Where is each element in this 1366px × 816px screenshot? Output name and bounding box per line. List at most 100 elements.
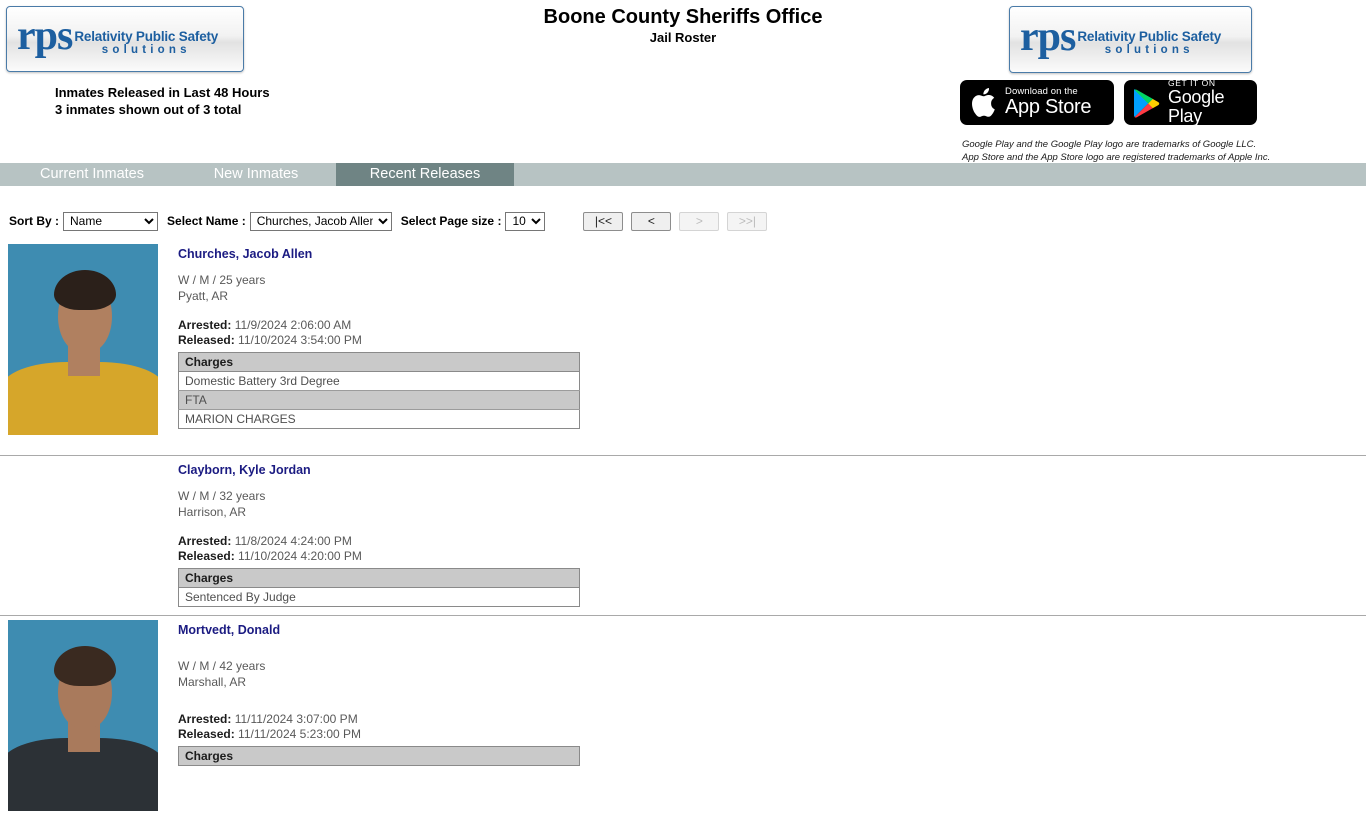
inmate-info: Clayborn, Kyle Jordan W / M / 32 years Har… <box>178 456 1366 616</box>
inmate-name-link[interactable]: Mortvedt, Donald <box>178 622 280 638</box>
charges-column-header: Charges <box>178 568 580 588</box>
charges-column-header: Charges <box>178 352 580 372</box>
inmate-dates: Arrested: 11/8/2024 4:24:00 PM Released: … <box>178 534 1366 565</box>
inmate-demographics: W / M / 25 years Pyatt, AR <box>178 273 1366 304</box>
charges-table: Charges <box>178 745 580 766</box>
inmate-demographics: W / M / 32 years Harrison, AR <box>178 489 1366 520</box>
charges-column-header: Charges <box>178 746 580 766</box>
inmate-record: Mortvedt, Donald W / M / 42 years Marshall… <box>0 616 1366 816</box>
roster-summary-line1: Inmates Released in Last 48 Hours <box>55 85 270 100</box>
inmate-name-link[interactable]: Clayborn, Kyle Jordan <box>178 462 311 478</box>
charges-table-header-row: Charges <box>178 352 580 372</box>
store-badges: Download on the App Store GET IT ON Goog… <box>960 78 1257 127</box>
charge-description: MARION CHARGES <box>178 409 580 429</box>
rps-logo-right[interactable]: rps Relativity Public Safety solutions <box>1009 6 1252 73</box>
arrested-row: Arrested: 11/8/2024 4:24:00 PM <box>178 534 1366 549</box>
inmate-name-link[interactable]: Churches, Jacob Allen <box>178 246 312 262</box>
tab-bar: Current Inmates New Inmates Recent Relea… <box>0 163 1366 186</box>
mugshot-photo[interactable] <box>8 244 158 435</box>
inmate-dates: Arrested: 11/9/2024 2:06:00 AM Released: … <box>178 318 1366 349</box>
released-row: Released: 11/10/2024 4:20:00 PM <box>178 549 1366 564</box>
inmate-records-list: Churches, Jacob Allen W / M / 25 years Pya… <box>0 240 1366 816</box>
mugshot-column <box>0 616 178 816</box>
inmate-info: Churches, Jacob Allen W / M / 25 years Pya… <box>178 240 1366 456</box>
arrested-label: Arrested: <box>178 533 232 548</box>
mugshot-photo[interactable] <box>8 620 158 811</box>
inmate-info: Mortvedt, Donald W / M / 42 years Marshall… <box>178 616 1366 816</box>
inmate-record: Churches, Jacob Allen W / M / 25 years Pya… <box>0 240 1366 456</box>
rps-tagline-right-line1: Relativity Public Safety <box>1077 29 1222 45</box>
next-page-button: > <box>679 211 720 231</box>
pagination-controls: |<< < > >>| <box>583 211 768 231</box>
apple-icon <box>971 87 997 118</box>
inmate-city-state: Harrison, AR <box>178 504 247 519</box>
rps-tagline-right-line2: solutions <box>1104 44 1194 57</box>
charge-row: Sentenced By Judge <box>178 587 580 607</box>
charges-table-header-row: Charges <box>178 568 580 588</box>
select-name-select[interactable]: Churches, Jacob AllenClayborn, Kyle Jord… <box>249 211 392 231</box>
released-label: Released: <box>178 549 235 564</box>
released-row: Released: 11/11/2024 5:23:00 PM <box>178 727 1366 742</box>
released-value: 11/11/2024 5:23:00 PM <box>238 727 362 742</box>
prev-page-button[interactable]: < <box>631 211 672 231</box>
page-size-select[interactable]: 102550 <box>505 211 546 231</box>
charge-row: FTA <box>178 390 580 410</box>
app-store-badge[interactable]: Download on the App Store <box>960 80 1114 125</box>
select-name-label: Select Name : <box>167 214 246 228</box>
released-row: Released: 11/10/2024 3:54:00 PM <box>178 333 1366 348</box>
inmate-record: Clayborn, Kyle Jordan W / M / 32 years Har… <box>0 456 1366 616</box>
arrested-label: Arrested: <box>178 711 232 726</box>
google-play-badge[interactable]: GET IT ON Google Play <box>1124 78 1257 127</box>
rps-tagline-line2: solutions <box>101 43 191 56</box>
released-label: Released: <box>178 333 235 348</box>
rps-wordmark-right: rps <box>1020 13 1076 60</box>
arrested-label: Arrested: <box>178 317 232 332</box>
tab-recent-releases[interactable]: Recent Releases <box>336 163 514 186</box>
google-play-badge-big-text: Google Play <box>1168 87 1225 127</box>
sort-by-select[interactable]: Name <box>63 211 159 231</box>
sort-by-label: Sort By : <box>9 214 60 228</box>
released-value: 11/10/2024 3:54:00 PM <box>238 333 362 348</box>
inmate-race-sex-age: W / M / 25 years <box>178 273 266 288</box>
inmate-demographics: W / M / 42 years Marshall, AR <box>178 659 1366 690</box>
charges-table: Charges Sentenced By Judge <box>178 567 580 607</box>
charge-row: MARION CHARGES <box>178 409 580 429</box>
trademark-line-google: Google Play and the Google Play logo are… <box>962 139 1257 150</box>
inmate-dates: Arrested: 11/11/2024 3:07:00 PM Released:… <box>178 712 1366 743</box>
inmate-race-sex-age: W / M / 42 years <box>178 659 266 674</box>
arrested-row: Arrested: 11/9/2024 2:06:00 AM <box>178 318 1366 333</box>
roster-summary: Inmates Released in Last 48 Hours 3 inma… <box>55 84 270 118</box>
roster-controls: Sort By : Name Select Name : Churches, J… <box>0 208 1366 234</box>
released-value: 11/10/2024 4:20:00 PM <box>238 549 362 564</box>
rps-logo-left[interactable]: rps Relativity Public Safety solutions <box>6 6 244 72</box>
inmate-city-state: Pyatt, AR <box>178 288 229 303</box>
first-page-button[interactable]: |<< <box>583 211 624 231</box>
charge-description: FTA <box>178 390 580 410</box>
mugshot-column <box>0 456 178 616</box>
last-page-button: >>| <box>727 211 768 231</box>
inmate-city-state: Marshall, AR <box>178 674 247 689</box>
tab-current-inmates[interactable]: Current Inmates <box>8 163 176 186</box>
trademark-notice: Google Play and the Google Play logo are… <box>962 139 1270 164</box>
app-store-badge-big-text: App Store <box>1005 96 1092 119</box>
charges-table-header-row: Charges <box>178 746 580 766</box>
rps-tagline-line1: Relativity Public Safety <box>74 28 219 44</box>
charges-table: Charges Domestic Battery 3rd Degree FTA MAR… <box>178 351 580 429</box>
inmate-race-sex-age: W / M / 32 years <box>178 489 266 504</box>
charge-description: Sentenced By Judge <box>178 587 580 607</box>
arrested-value: 11/9/2024 2:06:00 AM <box>234 317 352 332</box>
released-label: Released: <box>178 727 235 742</box>
tab-new-inmates[interactable]: New Inmates <box>176 163 336 186</box>
arrested-value: 11/11/2024 3:07:00 PM <box>234 711 358 726</box>
mugshot-column <box>0 240 178 456</box>
charge-description: Domestic Battery 3rd Degree <box>178 371 580 391</box>
arrested-row: Arrested: 11/11/2024 3:07:00 PM <box>178 712 1366 727</box>
charge-row: Domestic Battery 3rd Degree <box>178 371 580 391</box>
page-header: rps rps Relativity Public Safety solutio… <box>0 0 1366 163</box>
roster-summary-line2: 3 inmates shown out of 3 total <box>55 102 242 118</box>
